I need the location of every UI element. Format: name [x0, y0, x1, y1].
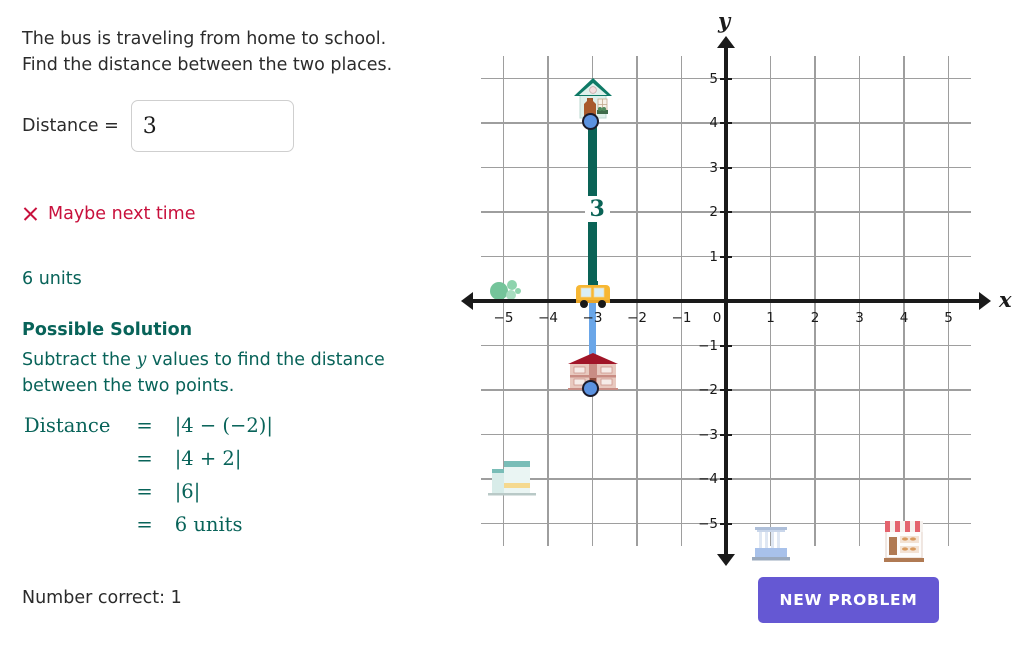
y-axis-tick-label: 4 [709, 115, 718, 131]
plot-point-school[interactable] [582, 379, 599, 397]
x-axis-tick-label: −3 [582, 310, 603, 326]
plot-area: −5 −4 −3 −2 −1 0 1 2 3 4 5 5 4 3 2 1 −1 −2 −3 −4 −5 x y [461, 8, 1012, 566]
x-axis-tick-label: −5 [493, 310, 514, 326]
y-axis-tick-mark [720, 77, 732, 80]
segment-label: 3 [584, 196, 610, 222]
x-axis-tick-label: 1 [766, 310, 775, 326]
solution-step-value: |4 + 2| [174, 447, 242, 470]
x-axis-tick-label: 3 [855, 310, 864, 326]
y-axis-tick-label: −1 [698, 337, 718, 354]
solution-step-row: = |4 + 2| [24, 447, 273, 480]
distance-input[interactable]: 3 [130, 100, 294, 152]
x-axis-label: x [999, 287, 1012, 312]
solution-text-part2: values to find the distance [151, 350, 385, 370]
app-root: The bus is traveling from home to school… [0, 0, 1032, 645]
solution-steps: Distance = |4 − (−2)| = |4 + 2| = |6| = … [24, 414, 273, 546]
teal-building-icon [487, 459, 536, 497]
y-axis-tick-mark [720, 478, 732, 480]
solution-step-equals: = [136, 414, 153, 437]
school-bus-icon [574, 281, 612, 312]
solution-step-equals: = [136, 447, 153, 470]
x-axis-arrow-right [979, 292, 991, 310]
problem-statement: The bus is traveling from home to school… [22, 26, 462, 78]
solution-step-label [24, 480, 136, 513]
number-correct: Number correct: 1 [22, 588, 182, 608]
shop-icon [883, 519, 925, 563]
solution-step-equals: = [136, 480, 153, 503]
y-axis-tick-mark [720, 389, 732, 391]
x-axis-arrow-left [461, 292, 473, 310]
feedback-message: Maybe next time [22, 204, 196, 224]
solution-step-value: 6 units [174, 513, 243, 536]
x-axis-tick-label: 5 [944, 310, 953, 326]
correct-answer: 6 units [22, 269, 82, 289]
solution-step-equals: = [136, 513, 153, 536]
solution-explanation-line1: Subtract the y values to find the distan… [22, 347, 467, 373]
x-axis-tick-label: −4 [538, 310, 558, 326]
bush-icon [489, 275, 524, 301]
y-axis-tick-label: 3 [709, 159, 718, 176]
solution-text-part1: Subtract the [22, 350, 131, 370]
x-axis-tick-label: 0 [712, 310, 722, 326]
y-axis-tick-mark [720, 344, 732, 347]
y-axis-tick-label: 1 [709, 248, 718, 265]
solution-step-value: |4 − (−2)| [174, 414, 273, 437]
plot-point-home[interactable] [582, 112, 599, 130]
x-axis-tick-label: −2 [627, 310, 647, 326]
x-axis-tick-label: 4 [899, 310, 909, 326]
solution-step-label [24, 447, 136, 480]
solution-explanation-line2: between the two points. [22, 376, 235, 396]
civic-building-icon [749, 521, 793, 563]
solution-step-value: |6| [174, 480, 201, 503]
y-axis-arrow-up [717, 36, 735, 48]
distance-input-value: 3 [142, 113, 157, 139]
y-axis-tick-mark [720, 211, 732, 213]
solution-step-row: = |6| [24, 480, 273, 513]
x-axis-tick-label: 2 [810, 310, 820, 326]
solution-explanation: Subtract the y values to find the distan… [22, 347, 467, 399]
coordinate-graph: −5 −4 −3 −2 −1 0 1 2 3 4 5 5 4 3 2 1 −1 −2 −3 −4 −5 x y [461, 0, 1032, 645]
solution-text-variable: y [136, 350, 147, 370]
feedback-text: Maybe next time [48, 204, 196, 224]
y-axis-tick-mark [720, 255, 732, 258]
y-axis-tick-label: −4 [698, 471, 718, 487]
distance-label: Distance = [22, 116, 119, 136]
answer-row: Distance = 3 [22, 100, 294, 152]
y-axis-tick-mark [720, 166, 732, 169]
y-axis-label: y [718, 8, 731, 33]
y-axis-tick-mark [720, 122, 732, 124]
problem-panel: The bus is traveling from home to school… [0, 0, 470, 645]
y-axis-tick-mark [720, 522, 732, 525]
solution-step-label [24, 513, 136, 546]
solution-step-label: Distance [24, 414, 111, 437]
y-axis-tick-label: −5 [698, 515, 718, 532]
y-axis-tick-label: −2 [698, 382, 718, 398]
x-axis-tick-label: −1 [671, 310, 692, 326]
y-axis-arrow-down [717, 554, 735, 566]
y-axis-tick-label: −3 [698, 426, 718, 443]
solution-step-row: Distance = |4 − (−2)| [24, 414, 273, 447]
y-axis-tick-label: 5 [709, 70, 718, 87]
x-mark-icon [22, 206, 39, 223]
y-axis-tick-label: 2 [709, 204, 718, 220]
solution-title: Possible Solution [22, 320, 193, 340]
problem-statement-line1: The bus is traveling from home to school… [22, 29, 387, 49]
solution-step-row: = 6 units [24, 513, 273, 546]
problem-statement-line2: Find the distance between the two places… [22, 55, 393, 75]
y-axis-tick-mark [720, 433, 732, 436]
